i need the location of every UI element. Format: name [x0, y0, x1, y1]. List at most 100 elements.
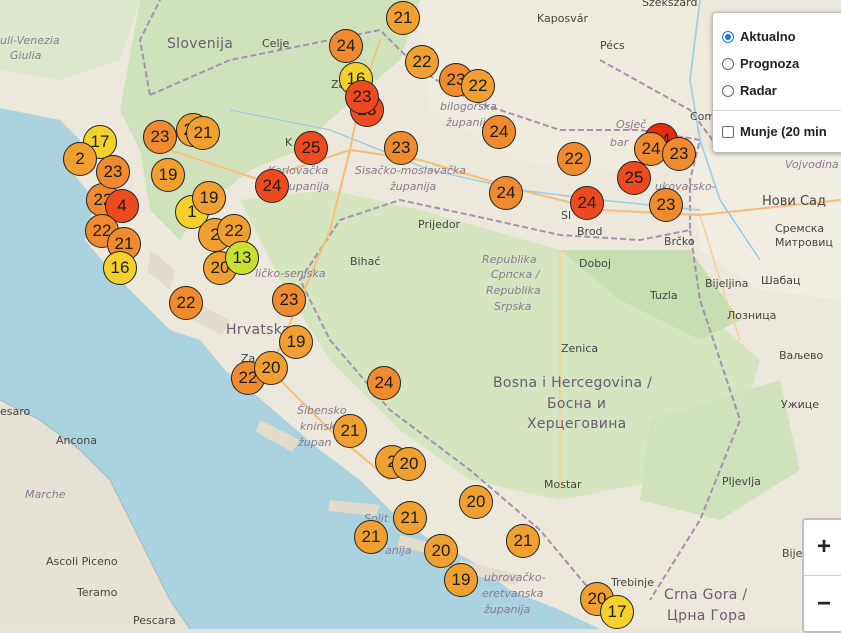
temp-marker[interactable]: 19	[151, 158, 185, 192]
label-ascoli: Ascoli Piceno	[46, 555, 118, 568]
temp-marker[interactable]: 21	[393, 501, 427, 535]
label-bijeljina: Bijeljina	[705, 277, 749, 290]
label-trebinje: Trebinje	[611, 576, 654, 589]
temp-marker[interactable]: 16	[103, 251, 137, 285]
lightning-label: Munje (20 min	[740, 124, 827, 139]
label-valjevo: Ваљево	[779, 349, 824, 362]
temp-marker[interactable]: 21	[506, 524, 540, 558]
temp-marker[interactable]: 21	[354, 520, 388, 554]
layer-option-radar[interactable]: Radar	[722, 83, 777, 98]
label-slovenija: Slovenija	[167, 36, 234, 52]
temp-marker[interactable]: 21	[333, 414, 367, 448]
temp-marker[interactable]: 24	[570, 186, 604, 220]
radio-radar[interactable]	[722, 84, 734, 97]
temp-marker[interactable]: 24	[329, 29, 363, 63]
label-pecs: Pécs	[600, 39, 625, 52]
label-dubrovacko-3: županija	[484, 603, 531, 616]
temp-marker[interactable]: 23	[662, 137, 696, 171]
label-fvg-2: Giulia	[10, 49, 42, 62]
label-szekszard: Szekszárd	[642, 0, 698, 9]
label-bih-2: Босна и	[547, 396, 607, 412]
label-sremska: Сремска	[775, 222, 825, 235]
label-karlovac: K	[285, 136, 293, 149]
temp-marker[interactable]: 25	[294, 131, 328, 165]
temp-marker[interactable]: 22	[405, 45, 439, 79]
temp-marker[interactable]: 23	[649, 188, 683, 222]
label-tuzla: Tuzla	[650, 289, 678, 302]
zoom-divider	[804, 575, 841, 576]
label-pljevlja: Pljevlja	[722, 475, 761, 488]
label-brod: Brod	[577, 225, 603, 238]
radio-aktualno[interactable]	[722, 30, 734, 43]
temp-marker[interactable]: 23	[143, 120, 177, 154]
temp-marker[interactable]: 19	[279, 325, 313, 359]
layer-option-aktualno[interactable]: Aktualno	[722, 29, 796, 44]
label-prijedor: Prijedor	[418, 218, 461, 231]
checkbox-munje[interactable]	[722, 125, 734, 138]
temp-marker[interactable]: 22	[461, 69, 495, 103]
label-celje: Celje	[262, 37, 290, 50]
temp-marker[interactable]: 24	[482, 115, 516, 149]
layer-option-prognoza[interactable]: Prognoza	[722, 56, 799, 71]
label-loznica: Лозница	[727, 309, 777, 322]
label-rs-4: Srpska	[494, 300, 532, 313]
label-mitrovica: Митровиц	[775, 236, 833, 249]
temp-marker[interactable]: 19	[444, 563, 478, 597]
label-marche: Marche	[25, 488, 66, 501]
temp-marker[interactable]: 22	[169, 286, 203, 320]
label-mostar: Mostar	[544, 478, 582, 491]
label-osjecko: Osječ	[616, 118, 647, 131]
label-slavonski: Sl	[561, 209, 572, 222]
label-osijek-2: bar	[610, 136, 629, 149]
label-dubrovacko-2: eretvanska	[482, 587, 544, 600]
label-pesaro: esaro	[0, 405, 31, 418]
temp-marker[interactable]: 24	[367, 366, 401, 400]
temp-marker[interactable]: 21	[386, 1, 420, 35]
label-sibensko: Šibensko	[297, 404, 347, 417]
label-vojvodina: Vojvodina	[785, 158, 839, 171]
temp-marker[interactable]: 20	[424, 534, 458, 568]
label-cg-2: Црна Гора	[667, 608, 747, 624]
temp-marker[interactable]: 23	[384, 131, 418, 165]
radio-prognoza[interactable]	[722, 57, 734, 70]
label-zenica: Zenica	[561, 342, 599, 355]
label-sibensko-3: župan	[298, 436, 332, 449]
label-bih-1: Bosna i Hercegovina /	[493, 375, 653, 391]
temp-marker[interactable]: 21	[186, 116, 220, 150]
temp-marker[interactable]: 19	[192, 181, 226, 215]
lightning-toggle[interactable]: Munje (20 min	[722, 124, 827, 139]
temp-marker[interactable]: 17	[600, 595, 634, 629]
label-sabac: Шабац	[761, 274, 801, 287]
temp-marker[interactable]: 20	[392, 447, 426, 481]
label-brcko: Brčko	[664, 235, 695, 248]
label-rs-1: Republika	[482, 253, 537, 266]
label-karlovacka-2: županija	[283, 180, 330, 193]
label-ancona: Ancona	[56, 434, 97, 447]
temp-marker[interactable]: 25	[617, 161, 651, 195]
label-novi-sad: Нови Сад	[762, 194, 827, 209]
label-splitsko-2: anija	[385, 544, 412, 557]
layer-option-label: Aktualno	[740, 29, 796, 44]
label-rs-3: Republika	[486, 284, 541, 297]
zoom-control: + −	[802, 518, 841, 633]
label-teramo: Teramo	[77, 586, 118, 599]
temp-marker[interactable]: 24	[489, 176, 523, 210]
zoom-in-button[interactable]: +	[804, 520, 841, 574]
temp-marker[interactable]: 13	[225, 241, 259, 275]
temp-marker[interactable]: 2	[63, 142, 97, 176]
temp-marker[interactable]: 23	[272, 283, 306, 317]
label-licko: ličko-senjska	[255, 267, 326, 280]
label-bilogorska: bilogorska	[440, 100, 497, 113]
temp-marker[interactable]: 23	[96, 155, 130, 189]
label-kaposvar: Kaposvár	[537, 12, 588, 25]
temp-marker[interactable]: 22	[557, 142, 591, 176]
zoom-out-button[interactable]: −	[804, 577, 841, 631]
label-doboj: Doboj	[579, 257, 611, 270]
layer-control-panel: Aktualno Prognoza Radar Munje (20 min	[712, 12, 841, 153]
temp-marker[interactable]: 20	[459, 485, 493, 519]
label-sibensko-2: kninsk	[300, 420, 336, 433]
temp-marker[interactable]: 20	[254, 351, 288, 385]
label-bih-3: Херцеговина	[527, 416, 627, 432]
temp-marker[interactable]: 24	[255, 169, 289, 203]
temp-marker[interactable]: 23	[345, 80, 379, 114]
